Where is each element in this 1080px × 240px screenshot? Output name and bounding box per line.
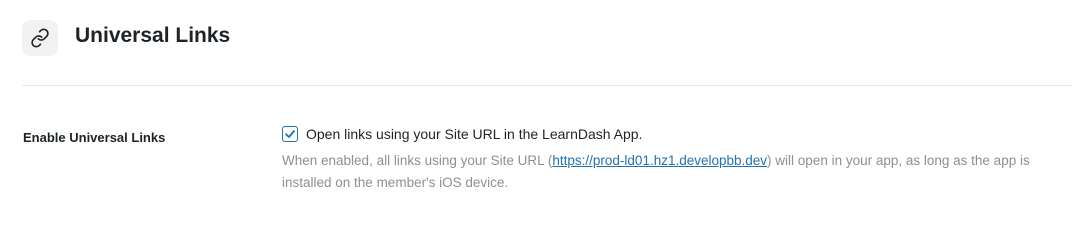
enable-universal-links-checkbox[interactable] [282, 126, 298, 142]
section-header: Universal Links [22, 20, 230, 56]
link-icon [22, 20, 58, 56]
divider [22, 85, 1072, 86]
settings-page: Universal Links Enable Universal Links O… [0, 0, 1080, 219]
setting-field: Open links using your Site URL in the Le… [282, 124, 1072, 194]
checkmark-icon [285, 130, 295, 138]
description-prefix: When enabled, all links using your Site … [282, 153, 553, 168]
setting-label: Enable Universal Links [23, 130, 166, 145]
checkbox-label[interactable]: Open links using your Site URL in the Le… [306, 126, 642, 142]
site-url-link[interactable]: https://prod-ld01.hz1.developbb.dev [552, 153, 767, 168]
checkbox-row: Open links using your Site URL in the Le… [282, 124, 1072, 144]
setting-description: When enabled, all links using your Site … [282, 150, 1072, 194]
page-title: Universal Links [75, 23, 231, 47]
